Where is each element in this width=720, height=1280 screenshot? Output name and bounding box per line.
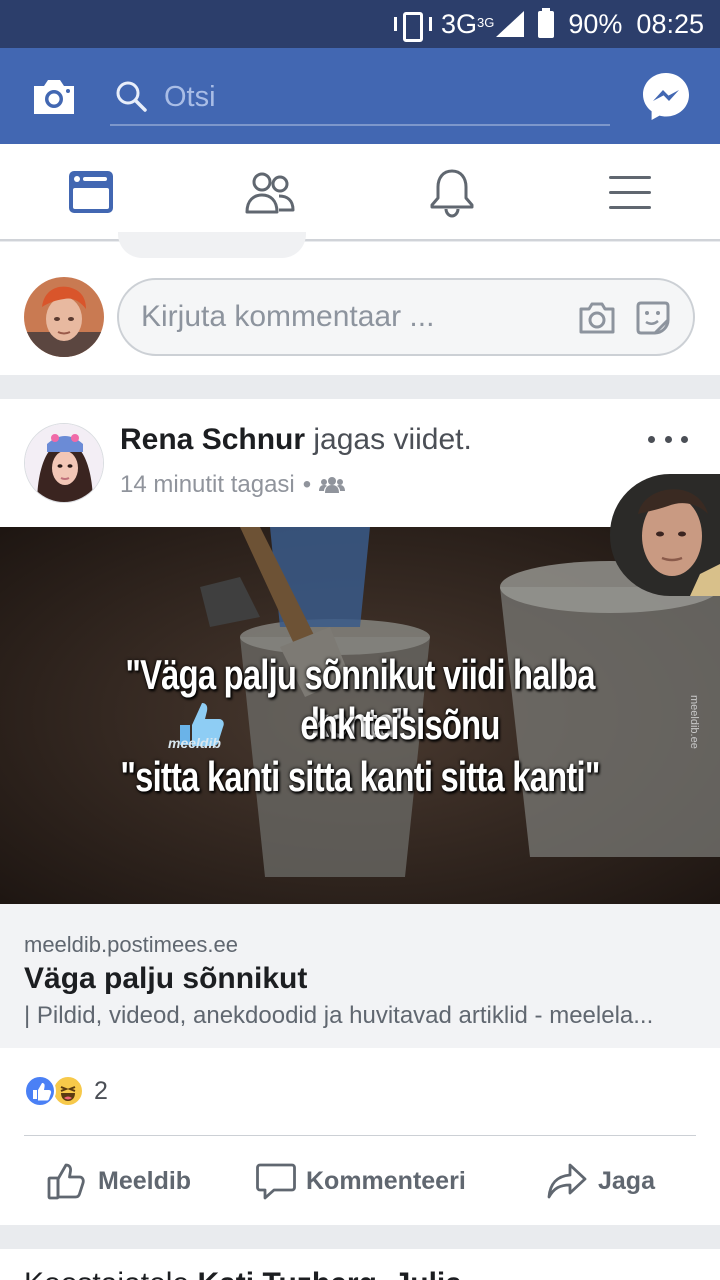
user-photo (24, 277, 104, 357)
author-avatar[interactable] (24, 423, 104, 503)
next-post-preview: Koostajatele Kati Tuzberg, Julia (0, 1249, 720, 1280)
next-post-prefix: Koostajatele (24, 1267, 197, 1280)
post-action-text: jagas viidet. (313, 423, 472, 456)
battery-percent: 90% (568, 8, 623, 39)
network-indicator: 3G 3G (441, 8, 525, 40)
meta-separator: • (302, 471, 312, 498)
author-photo (25, 424, 103, 502)
tab-friends[interactable] (242, 166, 298, 220)
comment-input[interactable] (141, 300, 571, 334)
more-dot-icon (648, 435, 655, 443)
current-user-avatar[interactable] (24, 277, 104, 357)
post-more-options-button[interactable] (648, 429, 688, 449)
thumbs-up-icon (47, 1163, 85, 1200)
image-caption-line-2: ehk teisisõnu (300, 701, 500, 748)
comment-camera-button[interactable] (577, 298, 617, 338)
share-arrow-icon (547, 1163, 587, 1199)
share-button[interactable]: Jaga (546, 1159, 655, 1203)
bell-icon (430, 169, 474, 218)
post-header: Rena Schnur jagas viidet. (120, 423, 472, 457)
friends-icon (245, 172, 295, 214)
messenger-button[interactable] (640, 70, 692, 122)
comment-composer (0, 232, 720, 375)
share-label: Jaga (598, 1166, 655, 1195)
comment-bubble-icon (256, 1163, 296, 1200)
network-type: 3G (441, 8, 478, 39)
link-preview-image[interactable]: "Väga palju sõnnikut viidi halba kohta" … (0, 527, 720, 904)
link-description: | Pildid, videod, anekdoodid ja huvitava… (24, 1002, 654, 1029)
tab-notifications[interactable] (424, 166, 480, 220)
more-dot-icon (664, 435, 672, 443)
previous-comment-bubble (118, 232, 306, 258)
vibrate-icon (393, 11, 432, 42)
search-input[interactable] (164, 80, 584, 114)
author-name[interactable]: Rena Schnur (120, 423, 305, 456)
like-label: Meeldib (98, 1166, 192, 1195)
like-button[interactable]: Meeldib (46, 1159, 191, 1203)
link-preview-info[interactable]: meeldib.postimees.ee Väga palju sõnnikut… (0, 904, 720, 1048)
more-dot-icon (681, 435, 688, 443)
next-post-header: Koostajatele Kati Tuzberg, Julia (24, 1267, 462, 1280)
messenger-chat-head[interactable] (610, 474, 720, 596)
sticker-icon (636, 301, 670, 335)
clock: 08:25 (636, 8, 704, 39)
news-feed-icon (69, 171, 113, 213)
status-bar: 3G 3G 90% 08:25 (0, 0, 720, 48)
camera-button[interactable] (30, 72, 78, 120)
comment-sticker-button[interactable] (633, 298, 673, 338)
post-timestamp[interactable]: 14 minutit tagasi (120, 471, 295, 499)
haha-reaction-icon (52, 1075, 84, 1107)
network-sup: 3G (477, 14, 495, 30)
comment-label: Kommenteeri (306, 1166, 466, 1195)
post-meta: 14 minutit tagasi • (120, 471, 346, 499)
chat-head-photo (610, 474, 720, 596)
link-title: Väga palju sõnnikut (24, 962, 308, 995)
reactions-summary[interactable]: 2 (24, 1075, 108, 1107)
comment-button[interactable]: Kommenteeri (256, 1159, 466, 1203)
like-reaction-icon (24, 1075, 56, 1107)
search-bar[interactable] (110, 70, 610, 126)
link-domain: meeldib.postimees.ee (24, 932, 239, 957)
hamburger-menu-icon (609, 176, 651, 209)
tab-news-feed[interactable] (62, 166, 118, 220)
image-side-watermark: meeldib.ee (688, 695, 700, 749)
top-bar (0, 48, 720, 144)
group-audience-icon (319, 477, 346, 493)
image-caption-line-3: "sitta kanti sitta kanti sitta kanti" (120, 753, 600, 800)
reaction-count: 2 (94, 1076, 108, 1105)
tab-menu[interactable] (604, 166, 660, 220)
camera-icon (34, 80, 74, 114)
search-icon (116, 81, 147, 112)
camera-outline-icon (579, 302, 615, 334)
facebook-app-screen: 3G 3G 90% 08:25 Otsi Kirjuta kommentaar … (0, 0, 720, 1280)
messenger-icon (643, 73, 689, 120)
signal-icon (496, 11, 525, 37)
post-divider (24, 1135, 696, 1136)
battery-icon (538, 7, 555, 38)
comment-field[interactable] (117, 278, 695, 356)
nav-bar (0, 144, 720, 241)
next-post-names[interactable]: Kati Tuzberg, Julia (197, 1267, 461, 1280)
